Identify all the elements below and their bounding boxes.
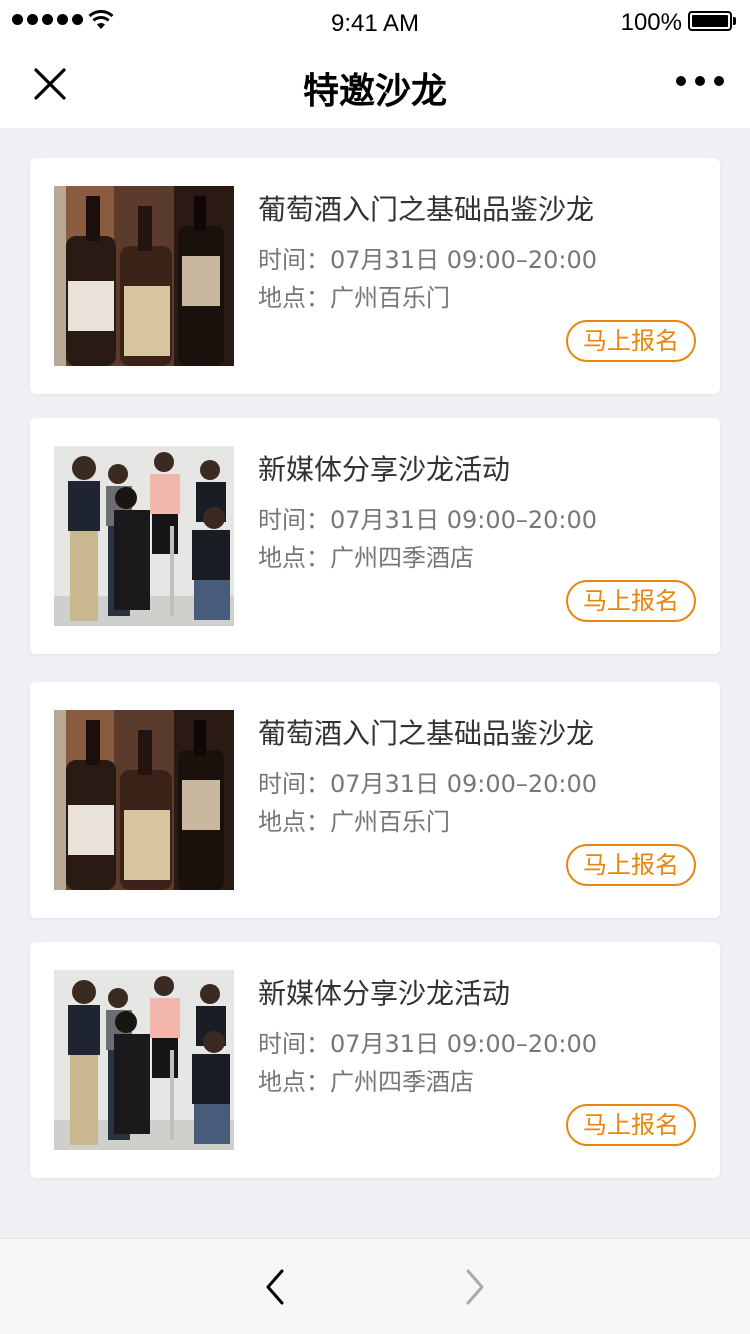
page-title: 特邀沙龙 <box>302 71 447 112</box>
event-place: 地点：广州百乐门 <box>258 808 450 836</box>
event-place: 地点：广州四季酒店 <box>258 1068 474 1096</box>
event-title: 新媒体分享沙龙活动 <box>258 977 511 1010</box>
event-card[interactable]: 葡萄酒入门之基础品鉴沙龙 时间：07月31日 09:00–20:00 地点：广州… <box>30 158 720 394</box>
nav-bar: 特邀沙龙 <box>0 44 750 128</box>
event-time: 时间：07月31日 09:00–20:00 <box>258 770 598 798</box>
event-card[interactable]: 新媒体分享沙龙活动 时间：07月31日 09:00–20:00 地点：广州四季酒… <box>30 942 720 1178</box>
group-photo-image <box>54 970 234 1150</box>
event-title: 葡萄酒入门之基础品鉴沙龙 <box>258 717 595 750</box>
battery-percent: 100% <box>620 9 682 36</box>
bottom-toolbar <box>0 1238 750 1334</box>
wine-bottles-image <box>54 710 234 890</box>
signup-button[interactable]: 马上报名 <box>566 1104 696 1146</box>
wine-bottles-image <box>54 186 234 366</box>
signup-button[interactable]: 马上报名 <box>566 580 696 622</box>
event-time: 时间：07月31日 09:00–20:00 <box>258 1030 598 1058</box>
group-photo-image <box>54 446 234 626</box>
event-place: 地点：广州百乐门 <box>258 284 450 312</box>
event-place: 地点：广州四季酒店 <box>258 544 474 572</box>
status-bar: 9:41 AM 100% <box>0 0 750 44</box>
chevron-right-icon[interactable] <box>458 1267 490 1307</box>
event-time: 时间：07月31日 09:00–20:00 <box>258 506 598 534</box>
event-time: 时间：07月31日 09:00–20:00 <box>258 246 598 274</box>
battery-icon <box>688 11 736 31</box>
event-card[interactable]: 葡萄酒入门之基础品鉴沙龙 时间：07月31日 09:00–20:00 地点：广州… <box>30 682 720 918</box>
event-card[interactable]: 新媒体分享沙龙活动 时间：07月31日 09:00–20:00 地点：广州四季酒… <box>30 418 720 654</box>
chevron-left-icon[interactable] <box>260 1267 292 1307</box>
more-icon[interactable] <box>676 76 724 86</box>
event-title: 葡萄酒入门之基础品鉴沙龙 <box>258 193 595 226</box>
event-title: 新媒体分享沙龙活动 <box>258 453 511 486</box>
signup-button[interactable]: 马上报名 <box>566 844 696 886</box>
signup-button[interactable]: 马上报名 <box>566 320 696 362</box>
